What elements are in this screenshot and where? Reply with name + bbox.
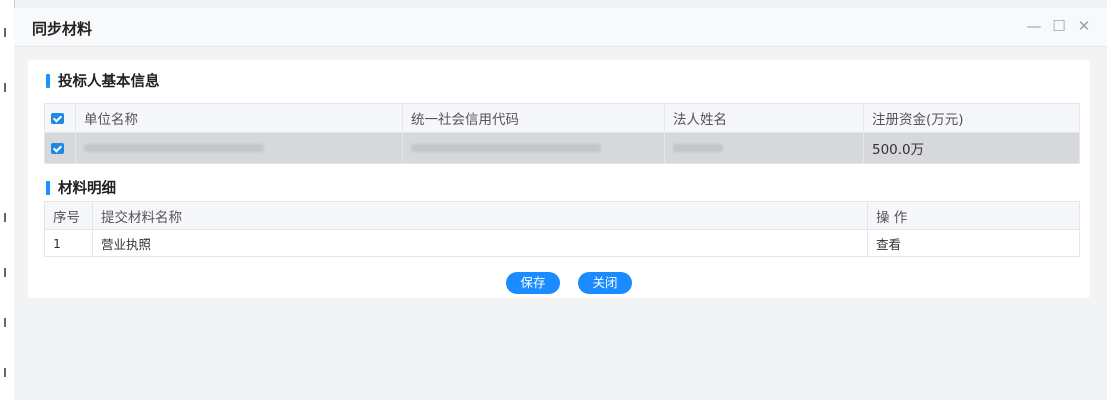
table-row: 1 营业执照 查看 — [44, 229, 1080, 257]
dialog-title: 同步材料 — [32, 20, 93, 38]
legal-person-cell — [664, 132, 864, 164]
capital-cell: 500.0万 — [863, 132, 1080, 164]
minimize-icon[interactable]: — — [1024, 17, 1044, 35]
materials-table-header: 序号 提交材料名称 操 作 — [44, 201, 1080, 230]
close-icon[interactable]: ✕ — [1074, 17, 1094, 35]
material-action-cell: 查看 — [867, 229, 1080, 257]
column-header-index: 序号 — [44, 201, 93, 230]
edge-mark — [4, 268, 11, 277]
save-button[interactable]: 保存 — [506, 272, 560, 294]
material-name-cell: 营业执照 — [92, 229, 868, 257]
materials-section-header: 材料明细 — [46, 177, 116, 198]
table-row[interactable]: 500.0万 — [44, 132, 1080, 164]
sync-materials-dialog: 同步材料 — ☐ ✕ 投标人基本信息 单位名称 统一社会信用代码 法人姓名 注册… — [14, 8, 1107, 400]
column-header-legal-person: 法人姓名 — [664, 103, 864, 133]
material-index-cell: 1 — [44, 229, 93, 257]
edge-mark — [4, 318, 11, 327]
dialog-content: 投标人基本信息 单位名称 统一社会信用代码 法人姓名 注册资金(万元) 500.… — [28, 60, 1090, 298]
row-checkbox[interactable] — [51, 142, 64, 154]
background-window-edge — [0, 0, 15, 400]
select-all-checkbox[interactable] — [51, 112, 64, 124]
credit-code-cell — [402, 132, 665, 164]
close-button[interactable]: 关闭 — [578, 272, 632, 294]
section-accent-bar — [46, 180, 50, 195]
redacted-company-name — [84, 144, 264, 152]
select-all-cell[interactable] — [44, 103, 76, 133]
column-header-credit-code: 统一社会信用代码 — [402, 103, 665, 133]
section-accent-bar — [46, 73, 50, 88]
bidder-section-header: 投标人基本信息 — [46, 70, 160, 91]
materials-section-title: 材料明细 — [58, 181, 116, 197]
edge-mark — [4, 213, 11, 222]
bidder-section-title: 投标人基本信息 — [58, 74, 160, 90]
edge-mark — [4, 28, 11, 37]
bidder-table: 单位名称 统一社会信用代码 法人姓名 注册资金(万元) 500.0万 — [44, 103, 1080, 164]
materials-table: 序号 提交材料名称 操 作 1 营业执照 查看 — [44, 201, 1080, 257]
edge-mark — [4, 368, 11, 377]
column-header-action: 操 作 — [867, 201, 1080, 230]
dialog-titlebar: 同步材料 — ☐ ✕ — [14, 8, 1107, 47]
bidder-table-header: 单位名称 统一社会信用代码 法人姓名 注册资金(万元) — [44, 103, 1080, 133]
edge-mark — [4, 83, 11, 92]
row-select-cell[interactable] — [44, 132, 76, 164]
view-link[interactable]: 查看 — [876, 237, 901, 252]
column-header-company: 单位名称 — [75, 103, 403, 133]
column-header-material-name: 提交材料名称 — [92, 201, 868, 230]
redacted-credit-code — [411, 144, 601, 152]
company-name-cell — [75, 132, 403, 164]
redacted-legal-person — [673, 144, 723, 152]
maximize-icon[interactable]: ☐ — [1049, 17, 1069, 35]
column-header-capital: 注册资金(万元) — [863, 103, 1080, 133]
